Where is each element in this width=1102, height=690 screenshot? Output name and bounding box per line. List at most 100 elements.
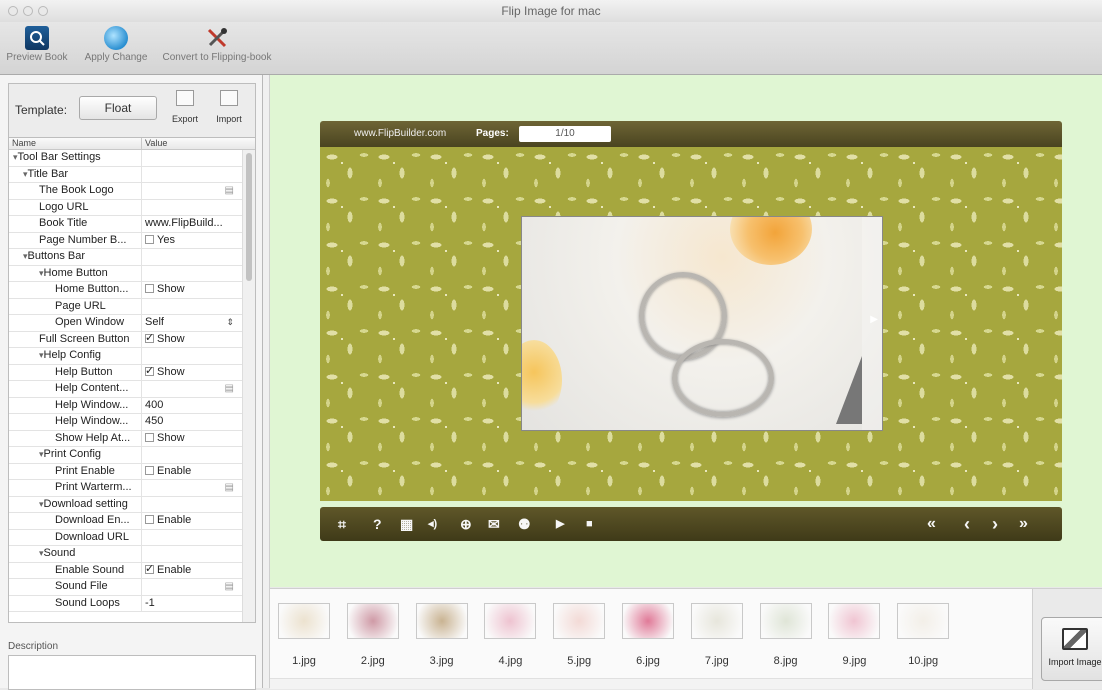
panel-splitter[interactable] bbox=[263, 75, 270, 688]
thumbnail-image[interactable] bbox=[897, 603, 950, 639]
property-value[interactable]: ▤ bbox=[142, 480, 238, 496]
grid-row[interactable]: Logo URL bbox=[9, 199, 255, 216]
grid-group-row[interactable]: ▾Download setting bbox=[9, 496, 255, 513]
property-value[interactable] bbox=[142, 530, 238, 546]
email-icon[interactable]: ✉ bbox=[488, 516, 500, 532]
sound-icon[interactable]: ◂) bbox=[428, 516, 437, 532]
property-value[interactable]: 450 bbox=[142, 414, 238, 430]
thumbnails-icon[interactable]: ▦ bbox=[400, 516, 413, 532]
thumbnail-image[interactable] bbox=[553, 603, 606, 639]
column-header-value[interactable]: Value bbox=[142, 138, 167, 149]
apply-change-button[interactable]: Apply Change bbox=[80, 26, 152, 63]
property-value[interactable] bbox=[142, 200, 238, 216]
property-value[interactable]: www.FlipBuild... bbox=[142, 216, 238, 232]
grid-row[interactable]: Open Window Self ⇕ bbox=[9, 315, 255, 332]
convert-button[interactable]: Convert to Flipping-book bbox=[156, 26, 278, 63]
property-value[interactable]: Self ⇕ bbox=[142, 315, 238, 331]
grid-scroll-thumb[interactable] bbox=[246, 153, 252, 281]
property-value[interactable]: Show bbox=[142, 332, 238, 348]
thumbnail-scrollbar[interactable] bbox=[270, 678, 1032, 689]
thumbnail-image[interactable] bbox=[484, 603, 537, 639]
grid-row[interactable]: Home Button... Show bbox=[9, 282, 255, 299]
browse-file-icon[interactable]: ▤ bbox=[225, 579, 234, 595]
checkbox[interactable] bbox=[145, 465, 154, 475]
grid-group-row[interactable]: ▾Home Button bbox=[9, 265, 255, 282]
thumbnail-image[interactable] bbox=[828, 603, 881, 639]
browse-file-icon[interactable]: ▤ bbox=[225, 480, 234, 496]
autoplay-icon[interactable]: ▶ bbox=[556, 516, 564, 532]
grid-group-row[interactable]: ▾Print Config bbox=[9, 447, 255, 464]
property-value[interactable]: ▤ bbox=[142, 579, 238, 595]
first-page-icon[interactable]: « bbox=[927, 516, 936, 532]
thumbnail-image[interactable] bbox=[415, 603, 468, 639]
property-value[interactable]: -1 bbox=[142, 596, 238, 612]
grid-scrollbar[interactable] bbox=[242, 150, 255, 622]
social-share-icon[interactable]: ⚉ bbox=[518, 516, 531, 532]
grid-row[interactable]: Sound Loops -1 bbox=[9, 595, 255, 612]
last-page-icon[interactable]: » bbox=[1019, 516, 1028, 532]
grid-row[interactable]: Download En... Enable bbox=[9, 513, 255, 530]
thumbnail-image[interactable] bbox=[346, 603, 399, 639]
page-curl[interactable] bbox=[836, 356, 862, 424]
page-number-field[interactable]: 1/10 bbox=[519, 126, 611, 142]
export-button[interactable]: Export bbox=[165, 88, 205, 124]
zoom-in-icon[interactable]: ⊕ bbox=[460, 516, 472, 532]
next-page-edge[interactable]: ▶ bbox=[862, 217, 882, 430]
book-page-image[interactable]: ▶ bbox=[521, 216, 883, 431]
column-header-name[interactable]: Name bbox=[9, 138, 142, 149]
grid-row[interactable]: Enable Sound Enable bbox=[9, 562, 255, 579]
select-arrows-icon[interactable]: ⇕ bbox=[226, 315, 234, 331]
next-page-icon[interactable]: › bbox=[992, 515, 998, 533]
property-value[interactable]: ▤ bbox=[142, 381, 238, 397]
previous-page-icon[interactable]: ‹ bbox=[964, 515, 970, 533]
grid-row[interactable]: Show Help At... Show bbox=[9, 430, 255, 447]
download-icon[interactable]: ■ bbox=[586, 516, 593, 532]
template-select-button[interactable]: Float bbox=[79, 96, 157, 120]
import-image-button[interactable]: Import Image bbox=[1041, 617, 1102, 681]
checkbox[interactable] bbox=[145, 563, 154, 577]
property-value[interactable]: Enable bbox=[142, 513, 238, 529]
property-value[interactable]: Enable bbox=[142, 464, 238, 480]
grid-group-row[interactable]: ▾Sound bbox=[9, 546, 255, 563]
grid-row[interactable]: Page Number B... Yes bbox=[9, 232, 255, 249]
grid-row[interactable]: The Book Logo ▤ bbox=[9, 183, 255, 200]
grid-row[interactable]: Sound File ▤ bbox=[9, 579, 255, 596]
checkbox[interactable] bbox=[145, 234, 154, 244]
grid-row[interactable]: Page URL bbox=[9, 298, 255, 315]
grid-group-row[interactable]: ▾Tool Bar Settings bbox=[9, 150, 255, 167]
grid-row[interactable]: Help Content... ▤ bbox=[9, 381, 255, 398]
thumbnail-image[interactable] bbox=[759, 603, 812, 639]
grid-group-row[interactable]: ▾Buttons Bar bbox=[9, 249, 255, 266]
grid-row[interactable]: Help Button Show bbox=[9, 364, 255, 381]
checkbox[interactable] bbox=[145, 284, 154, 293]
property-value[interactable]: Yes bbox=[142, 233, 238, 249]
property-value[interactable]: ▤ bbox=[142, 183, 238, 199]
grid-row[interactable]: Print Enable Enable bbox=[9, 463, 255, 480]
thumbnail-image[interactable] bbox=[690, 603, 743, 639]
checkbox[interactable] bbox=[145, 515, 154, 524]
grid-row[interactable]: Help Window... 450 bbox=[9, 414, 255, 431]
grid-row[interactable]: Book Title www.FlipBuild... bbox=[9, 216, 255, 233]
thumbnail-image[interactable] bbox=[622, 603, 674, 639]
property-value[interactable] bbox=[142, 299, 238, 315]
property-value[interactable]: 400 bbox=[142, 398, 238, 414]
property-value[interactable]: Show bbox=[142, 282, 238, 298]
import-template-button[interactable]: Import bbox=[209, 88, 249, 124]
grid-row[interactable]: Download URL bbox=[9, 529, 255, 546]
checkbox[interactable] bbox=[145, 365, 154, 379]
grid-row[interactable]: Print Warterm... ▤ bbox=[9, 480, 255, 497]
help-icon[interactable]: ? bbox=[373, 516, 382, 532]
browse-file-icon[interactable]: ▤ bbox=[225, 381, 234, 397]
checkbox[interactable] bbox=[145, 432, 154, 442]
thumbnail-image[interactable] bbox=[278, 603, 330, 639]
checkbox[interactable] bbox=[145, 332, 154, 346]
property-value[interactable]: Show bbox=[142, 431, 238, 447]
grid-row[interactable]: Full Screen Button Show bbox=[9, 331, 255, 348]
property-value[interactable]: Show bbox=[142, 365, 238, 381]
property-value[interactable]: Enable bbox=[142, 563, 238, 579]
grid-group-row[interactable]: ▾Help Config bbox=[9, 348, 255, 365]
preview-book-button[interactable]: Preview Book bbox=[2, 26, 72, 63]
browse-file-icon[interactable]: ▤ bbox=[225, 183, 234, 199]
grid-group-row[interactable]: ▾Title Bar bbox=[9, 166, 255, 183]
fit-icon[interactable]: ⌗ bbox=[338, 516, 346, 532]
